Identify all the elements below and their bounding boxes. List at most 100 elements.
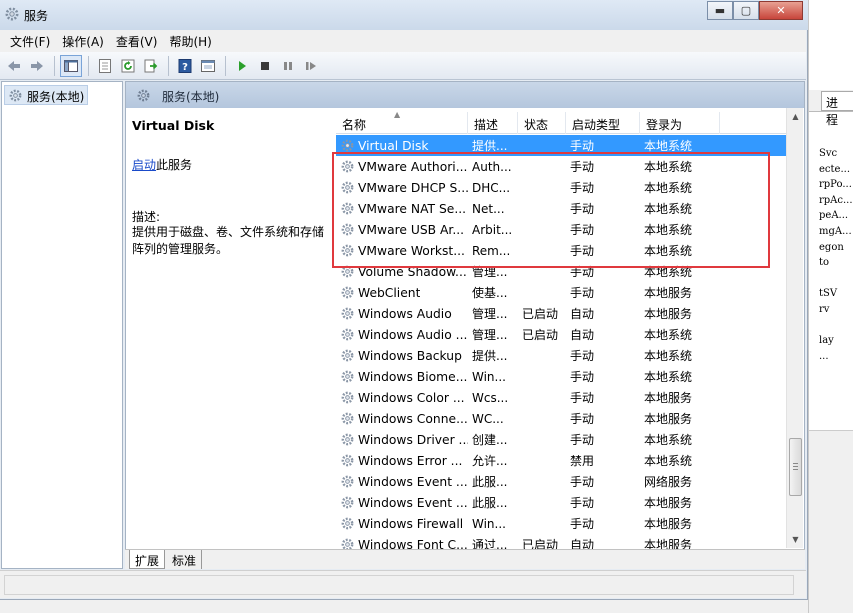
menu-action[interactable]: 操作(A) — [56, 33, 110, 50]
background-list-item: rv — [819, 303, 830, 315]
table-row[interactable]: VMware NAT Se... Net... 手动 本地系统 — [336, 198, 792, 219]
scroll-up-icon[interactable]: ▲ — [787, 108, 804, 125]
table-row[interactable]: Windows Color ... Wcs... 手动 本地服务 — [336, 387, 792, 408]
show-tree-button[interactable] — [60, 54, 82, 77]
show-tree-icon — [64, 59, 78, 72]
cell-startup-type: 手动 — [570, 244, 595, 258]
scroll-down-icon[interactable]: ▼ — [787, 531, 804, 548]
pause-service-button[interactable] — [277, 55, 299, 77]
table-row[interactable]: Windows Conne... WC... 手动 本地服务 — [336, 408, 792, 429]
service-gear-icon — [341, 454, 354, 467]
cell-name: Windows Audio ... — [336, 327, 468, 342]
cell-name: Windows Backup — [336, 348, 468, 363]
service-name: WebClient — [358, 285, 421, 300]
properties-button[interactable] — [94, 55, 116, 77]
table-row[interactable]: VMware DHCP S... DHC... 手动 本地系统 — [336, 177, 792, 198]
table-row[interactable]: Windows Driver ... 创建... 手动 本地系统 — [336, 429, 792, 450]
background-tab-process[interactable]: 进程 — [821, 91, 853, 127]
restart-service-button[interactable] — [300, 55, 322, 77]
table-row[interactable]: Windows Event ... 此服... 手动 本地服务 — [336, 492, 792, 513]
background-list-item: tSV — [819, 288, 838, 300]
cell-name: VMware DHCP S... — [336, 180, 468, 195]
cell-logon-as: 网络服务 — [644, 475, 693, 489]
table-row[interactable]: Windows Error ... 允许... 禁用 本地系统 — [336, 450, 792, 471]
table-row[interactable]: Windows Biome... Win... 手动 本地系统 — [336, 366, 792, 387]
cell-name: WebClient — [336, 285, 468, 300]
forward-button[interactable] — [26, 55, 48, 77]
help-icon: ? — [178, 58, 192, 73]
service-gear-icon — [341, 370, 354, 383]
grip-line — [793, 466, 798, 467]
cell-status: 已启动 — [522, 307, 559, 321]
table-row[interactable]: WebClient 使基... 手动 本地服务 — [336, 282, 792, 303]
cell-startup-type: 手动 — [570, 496, 595, 510]
vertical-scrollbar[interactable]: ▲ ▼ — [786, 108, 803, 548]
close-button[interactable]: ✕ — [759, 1, 803, 20]
background-window: 进程 Svc ecte... rpPo... rpAc... peA... mgA... e… — [808, 0, 853, 613]
tab-extended[interactable]: 扩展 — [129, 550, 166, 569]
table-row[interactable]: VMware USB Ar... Arbit... 手动 本地系统 — [336, 219, 792, 240]
minimize-button[interactable]: ▬ — [707, 1, 733, 20]
cell-description: 此服... — [472, 496, 508, 510]
service-gear-icon — [341, 307, 354, 320]
cell-description: Net... — [472, 201, 505, 216]
cell-startup-type: 手动 — [570, 517, 595, 531]
column-header-name[interactable]: ▲ 名称 — [336, 110, 468, 134]
cell-logon-as: 本地系统 — [644, 370, 693, 384]
grip-line — [793, 463, 798, 464]
table-row[interactable]: Windows Event ... 此服... 手动 网络服务 — [336, 471, 792, 492]
services-window: 服务 ▬ ▢ ✕ 文件(F) 操作(A) 查看(V) 帮助(H) ? 服务(本地… — [0, 0, 808, 600]
service-name: Windows Conne... — [358, 411, 468, 426]
column-header-logon-as[interactable]: 登录为 — [640, 112, 720, 134]
service-name: Windows Audio ... — [358, 327, 468, 342]
menu-file[interactable]: 文件(F) — [4, 33, 56, 50]
tree-item-services-local[interactable]: 服务(本地) — [4, 85, 89, 105]
console-button[interactable] — [197, 55, 219, 77]
cell-status: 已启动 — [522, 328, 559, 342]
background-tab-strip: 进程 — [809, 90, 853, 127]
table-row[interactable]: VMware Authori... Auth... 手动 本地系统 — [336, 156, 792, 177]
column-header-startup-type[interactable]: 启动类型 — [566, 112, 640, 134]
cell-logon-as: 本地系统 — [644, 328, 693, 342]
title-bar[interactable]: 服务 ▬ ▢ ✕ — [0, 0, 808, 30]
table-row[interactable]: Windows Backup 提供... 手动 本地系统 — [336, 345, 792, 366]
scroll-thumb[interactable] — [789, 438, 802, 496]
table-row[interactable]: Volume Shadow... 管理... 手动 本地系统 — [336, 261, 792, 282]
cell-logon-as: 本地系统 — [644, 265, 693, 279]
table-row[interactable]: VMware Workst... Rem... 手动 本地系统 — [336, 240, 792, 261]
cell-description: DHC... — [472, 180, 511, 195]
table-row[interactable]: Windows Audio 管理... 已启动 自动 本地服务 — [336, 303, 792, 324]
cell-description: Win... — [472, 516, 506, 531]
start-service-link[interactable]: 启动 — [132, 158, 156, 172]
export-button[interactable] — [140, 55, 162, 77]
menu-help[interactable]: 帮助(H) — [163, 33, 217, 50]
column-header-status[interactable]: 状态 — [518, 112, 566, 134]
cell-startup-type: 手动 — [570, 391, 595, 405]
stop-service-button[interactable] — [254, 55, 276, 77]
table-row[interactable]: Virtual Disk 提供... 手动 本地系统 — [336, 135, 792, 156]
service-name: Windows Driver ... — [358, 432, 468, 447]
cell-name: Virtual Disk — [336, 138, 468, 153]
cell-logon-as: 本地系统 — [644, 349, 693, 363]
back-button[interactable] — [3, 55, 25, 77]
service-gear-icon — [341, 328, 354, 341]
service-name: VMware NAT Se... — [358, 201, 467, 216]
cell-description: Arbit... — [472, 222, 513, 237]
service-name: Windows Audio — [358, 306, 452, 321]
cell-description: Win... — [472, 369, 506, 384]
service-name: Windows Backup — [358, 348, 462, 363]
maximize-button[interactable]: ▢ — [733, 1, 759, 20]
menu-view[interactable]: 查看(V) — [110, 33, 164, 50]
table-row[interactable]: Windows Firewall Win... 手动 本地服务 — [336, 513, 792, 534]
service-name: Virtual Disk — [358, 138, 429, 153]
cell-startup-type: 手动 — [570, 349, 595, 363]
column-header-description[interactable]: 描述 — [468, 112, 518, 134]
table-row[interactable]: Windows Audio ... 管理... 已启动 自动 本地系统 — [336, 324, 792, 345]
help-button[interactable]: ? — [174, 55, 196, 77]
services-gear-icon — [9, 89, 22, 102]
start-service-button[interactable] — [231, 55, 253, 77]
cell-name: VMware USB Ar... — [336, 222, 468, 237]
refresh-button[interactable] — [117, 55, 139, 77]
tab-standard[interactable]: 标准 — [167, 550, 203, 569]
background-footer — [809, 430, 853, 613]
